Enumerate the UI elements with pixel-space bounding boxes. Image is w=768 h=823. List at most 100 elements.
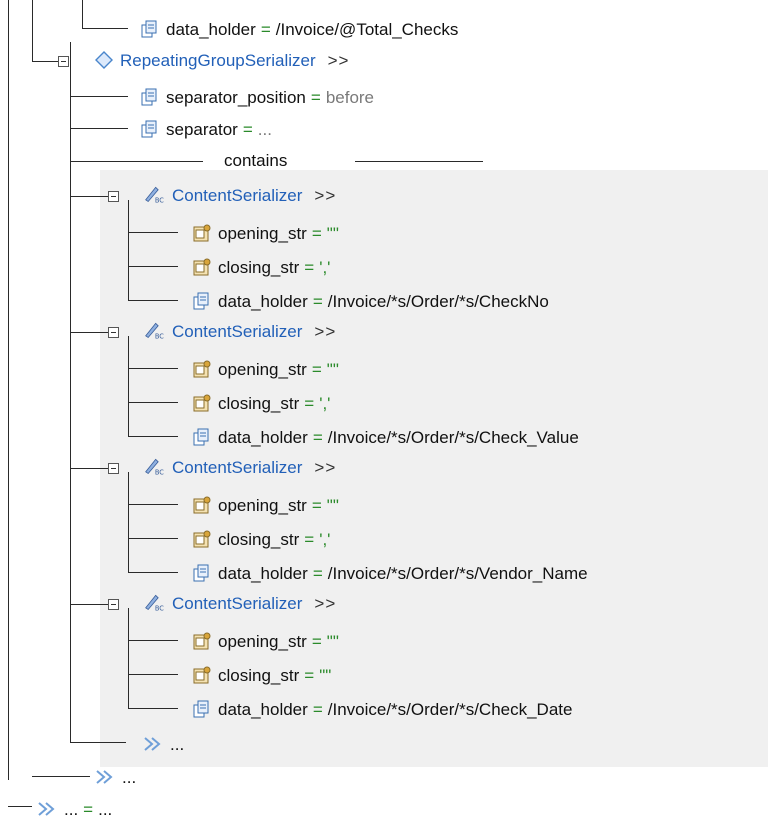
node-label: ... [64,800,79,819]
tree-row-content-serializer[interactable]: ContentSerializer >> [172,319,336,345]
node-label: opening_str [218,224,307,243]
node-name: ContentSerializer [172,322,303,341]
node-value: ',' [319,258,331,277]
tree-line [70,742,126,743]
node-value: ... [98,800,113,819]
more-link[interactable]: >> [314,591,336,617]
tree-row-opening-str[interactable]: opening_str = "" [192,219,339,245]
content-serializer-icon: BC [145,186,164,204]
tree-line [8,806,32,807]
tree-row-total-checks[interactable]: data_holder =/Invoice/@Total_Checks [140,15,458,41]
more-chevron-icon [144,737,161,751]
more-link[interactable]: >> [314,319,336,345]
node-value: /Invoice/*s/Order/*s/Vendor_Name [327,564,588,583]
tree-line [8,0,9,780]
collapse-toggle[interactable] [108,327,119,338]
tree-row-opening-str[interactable]: opening_str = "" [192,491,339,517]
node-operator: = [312,428,323,447]
tree-line [128,472,129,572]
property-icon [141,20,157,38]
more-chevron-icon [38,802,55,816]
collapse-toggle[interactable] [108,599,119,610]
tree-row-data-holder[interactable]: data_holder =/Invoice/*s/Order/*s/CheckNo [192,287,549,313]
node-value: "" [326,496,339,515]
tree-line [128,436,178,437]
tree-row-closing-str[interactable]: closing_str = ',' [192,253,330,279]
node-operator: = [304,258,315,277]
collapse-toggle[interactable] [58,56,69,67]
tree-row-closing-str[interactable]: closing_str = "" [192,661,331,687]
node-label: closing_str [218,258,300,277]
node-label: closing_str [218,666,300,685]
tree-row-content-serializer[interactable]: ContentSerializer >> [172,183,336,209]
more-chevron-icon [96,770,113,784]
collapse-toggle[interactable] [108,463,119,474]
tree-row-separator-position[interactable]: separator_position = before [140,83,374,109]
tree-line [70,196,108,197]
tree-line [32,776,90,777]
svg-text:BC: BC [155,332,164,340]
tree-line [70,604,108,605]
collapse-toggle[interactable] [108,191,119,202]
tree-line [128,336,129,436]
tree-line [70,161,203,162]
node-operator: = [312,700,323,719]
content-serializer-icon: BC [145,594,164,612]
more-label: ... [170,735,185,754]
config-property-icon [193,632,211,650]
tree-line [128,368,178,369]
node-label: separator [166,120,238,139]
tree-row-opening-str[interactable]: opening_str = "" [192,627,339,653]
tree-line [128,674,178,675]
svg-text:BC: BC [155,468,164,476]
content-serializer-icon: BC [145,322,164,340]
tree-line [128,640,178,641]
more-label: ... [122,768,137,787]
node-value: /Invoice/*s/Order/*s/Check_Date [327,700,573,719]
tree-line [32,61,58,62]
tree-line [128,402,178,403]
content-serializer-icon: BC [145,458,164,476]
node-value: ',' [319,530,331,549]
svg-text:BC: BC [155,196,164,204]
tree-row-more-outer[interactable]: ... [94,763,136,789]
node-operator: = [311,632,322,651]
tree-row-closing-str[interactable]: closing_str = ',' [192,525,330,551]
more-link[interactable]: >> [314,183,336,209]
svg-text:BC: BC [155,604,164,612]
node-operator: = [311,224,322,243]
tree-line [355,161,483,162]
tree-line [128,608,129,708]
config-property-icon [193,224,211,242]
tree-line [70,468,108,469]
node-value: "" [326,360,339,379]
tree-row-data-holder[interactable]: data_holder =/Invoice/*s/Order/*s/Vendor_… [192,559,588,585]
node-value: ... [257,120,272,139]
tree-row-more-inner[interactable]: ... [142,730,184,756]
node-operator: = [260,20,271,39]
node-value: "" [326,224,339,243]
tree-row-opening-str[interactable]: opening_str = "" [192,355,339,381]
more-link[interactable]: >> [314,455,336,481]
node-operator: = [310,88,321,107]
more-link[interactable]: >> [328,48,350,74]
node-value: before [325,88,375,107]
tree-row-separator[interactable]: separator =... [140,115,272,141]
node-value: "" [319,666,332,685]
property-icon [193,700,209,718]
tree-row-data-holder[interactable]: data_holder =/Invoice/*s/Order/*s/Check_V… [192,423,579,449]
tree-row-content-serializer[interactable]: ContentSerializer >> [172,591,336,617]
tree-row-data-holder[interactable]: data_holder =/Invoice/*s/Order/*s/Check_D… [192,695,572,721]
contains-label: contains [224,151,288,170]
tree-line [70,42,71,742]
tree-row-repeating-group[interactable]: RepeatingGroupSerializer >> [120,48,349,74]
node-value: /Invoice/@Total_Checks [275,20,459,39]
node-label: separator_position [166,88,306,107]
tree-line [82,28,128,29]
tree-row-closing-str[interactable]: closing_str = ',' [192,389,330,415]
tree-row-bottom[interactable]: ... =... [36,795,112,821]
node-label: data_holder [166,20,256,39]
tree-row-content-serializer[interactable]: ContentSerializer >> [172,455,336,481]
config-property-icon [193,496,211,514]
tree-line [128,538,178,539]
